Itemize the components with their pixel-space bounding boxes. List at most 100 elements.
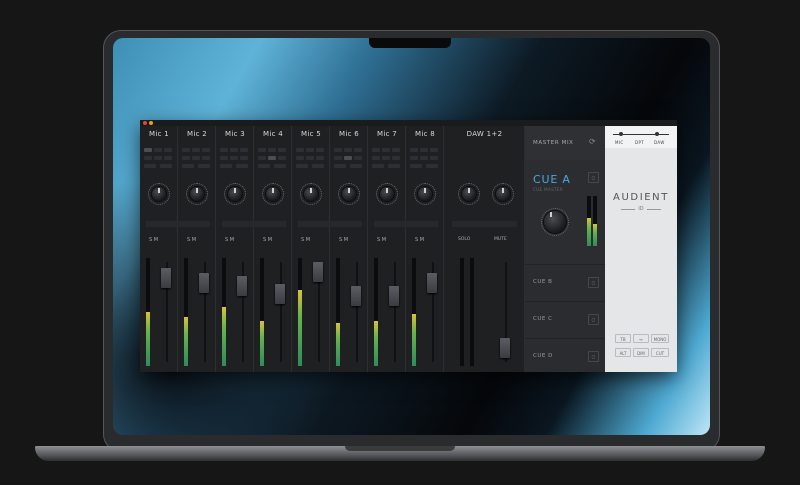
- channel-fader[interactable]: [199, 273, 209, 293]
- input-option-button[interactable]: [296, 148, 304, 152]
- channel-fader[interactable]: [161, 268, 171, 288]
- input-option-button[interactable]: [316, 148, 324, 152]
- input-option-button[interactable]: [240, 156, 248, 160]
- input-option-button[interactable]: [410, 148, 418, 152]
- input-option-button[interactable]: [410, 156, 418, 160]
- input-option-button[interactable]: [420, 156, 428, 160]
- input-option-button[interactable]: [334, 148, 342, 152]
- routing-button[interactable]: [198, 164, 210, 168]
- cue-row[interactable]: CUE D ▢: [525, 338, 605, 372]
- routing-button[interactable]: [312, 164, 324, 168]
- channel-fader[interactable]: [427, 273, 437, 293]
- routing-button[interactable]: [388, 164, 400, 168]
- input-option-button[interactable]: [202, 148, 210, 152]
- input-option-button[interactable]: [430, 148, 438, 152]
- input-option-button[interactable]: [278, 148, 286, 152]
- channel-fader[interactable]: [351, 286, 361, 306]
- cue-a-volume-knob[interactable]: [544, 211, 566, 233]
- input-option-button[interactable]: [154, 148, 162, 152]
- routing-button[interactable]: [334, 164, 346, 168]
- input-option-button[interactable]: [344, 148, 352, 152]
- gain-knob[interactable]: [304, 187, 318, 201]
- input-option-button[interactable]: [372, 156, 380, 160]
- input-option-button[interactable]: [230, 148, 238, 152]
- input-option-button[interactable]: [258, 148, 266, 152]
- routing-button[interactable]: [258, 164, 270, 168]
- daw-mute-button[interactable]: MUTE: [494, 237, 507, 242]
- minimize-window-button[interactable]: [149, 121, 153, 125]
- input-option-button[interactable]: [144, 148, 152, 152]
- cue-row[interactable]: CUE C ▢: [525, 301, 605, 338]
- solo-mute-toggle[interactable]: S M: [301, 237, 310, 243]
- input-option-button[interactable]: [220, 148, 228, 152]
- input-option-button[interactable]: [354, 148, 362, 152]
- input-option-button[interactable]: [154, 156, 162, 160]
- input-option-button[interactable]: [430, 156, 438, 160]
- link-icon[interactable]: ⟳: [589, 137, 596, 146]
- routing-button[interactable]: [274, 164, 286, 168]
- alt-button[interactable]: ALT: [615, 348, 631, 357]
- input-option-button[interactable]: [334, 156, 342, 160]
- solo-mute-toggle[interactable]: S M: [263, 237, 272, 243]
- cue-option-button[interactable]: ▢: [588, 351, 599, 362]
- input-option-button[interactable]: [296, 156, 304, 160]
- input-option-button[interactable]: [182, 156, 190, 160]
- input-option-button[interactable]: [344, 156, 352, 160]
- input-option-button[interactable]: [382, 156, 390, 160]
- input-option-button[interactable]: [382, 148, 390, 152]
- input-option-button[interactable]: [420, 148, 428, 152]
- solo-mute-toggle[interactable]: S M: [415, 237, 424, 243]
- channel-fader[interactable]: [275, 284, 285, 304]
- daw-fader[interactable]: [500, 338, 510, 358]
- swap-button[interactable]: ↔: [633, 334, 649, 343]
- routing-button[interactable]: [182, 164, 194, 168]
- close-window-button[interactable]: [143, 121, 147, 125]
- gain-knob[interactable]: [266, 187, 280, 201]
- gain-knob[interactable]: [380, 187, 394, 201]
- channel-fader[interactable]: [313, 262, 323, 282]
- input-option-button[interactable]: [192, 148, 200, 152]
- dim-button[interactable]: DIM: [633, 348, 649, 357]
- gain-knob[interactable]: [418, 187, 432, 201]
- input-option-button[interactable]: [268, 148, 276, 152]
- routing-button[interactable]: [144, 164, 156, 168]
- input-option-button[interactable]: [306, 148, 314, 152]
- input-option-button[interactable]: [372, 148, 380, 152]
- routing-button[interactable]: [372, 164, 384, 168]
- gain-knob[interactable]: [152, 187, 166, 201]
- input-option-button[interactable]: [306, 156, 314, 160]
- input-option-button[interactable]: [164, 148, 172, 152]
- input-option-button[interactable]: [278, 156, 286, 160]
- input-option-button[interactable]: [268, 156, 276, 160]
- input-option-button[interactable]: [240, 148, 248, 152]
- gain-knob[interactable]: [342, 187, 356, 201]
- daw-gain-knob[interactable]: [462, 187, 476, 201]
- input-option-button[interactable]: [392, 148, 400, 152]
- cue-option-button[interactable]: ▢: [588, 314, 599, 325]
- daw-solo-button[interactable]: SOLO: [458, 237, 470, 242]
- channel-fader[interactable]: [237, 276, 247, 296]
- solo-mute-toggle[interactable]: S M: [225, 237, 234, 243]
- solo-mute-toggle[interactable]: S M: [187, 237, 196, 243]
- input-option-button[interactable]: [258, 156, 266, 160]
- routing-button[interactable]: [350, 164, 362, 168]
- input-option-button[interactable]: [192, 156, 200, 160]
- channel-fader[interactable]: [389, 286, 399, 306]
- input-option-button[interactable]: [316, 156, 324, 160]
- routing-button[interactable]: [236, 164, 248, 168]
- input-option-button[interactable]: [202, 156, 210, 160]
- solo-mute-toggle[interactable]: S M: [339, 237, 348, 243]
- cut-button[interactable]: CUT: [651, 348, 669, 357]
- routing-button[interactable]: [426, 164, 438, 168]
- talkback-button[interactable]: TB: [615, 334, 631, 343]
- gain-knob[interactable]: [228, 187, 242, 201]
- daw-gain-knob[interactable]: [496, 187, 510, 201]
- input-option-button[interactable]: [230, 156, 238, 160]
- mono-button[interactable]: MONO: [651, 334, 669, 343]
- input-option-button[interactable]: [354, 156, 362, 160]
- input-option-button[interactable]: [164, 156, 172, 160]
- source-switch[interactable]: MIC DPT DAW: [605, 126, 677, 148]
- input-option-button[interactable]: [392, 156, 400, 160]
- solo-mute-toggle[interactable]: S M: [149, 237, 158, 243]
- gain-knob[interactable]: [190, 187, 204, 201]
